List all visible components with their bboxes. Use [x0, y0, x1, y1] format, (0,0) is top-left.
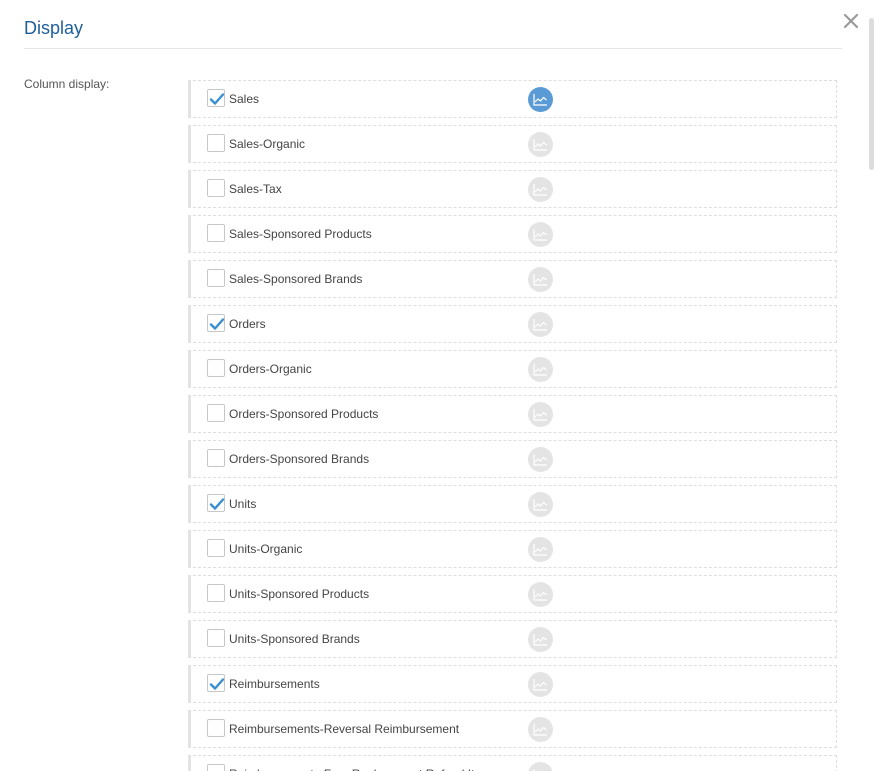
column-label: Reimbursements-Reversal Reimbursement [229, 722, 460, 736]
line-chart-icon[interactable] [528, 447, 553, 472]
column-checkbox[interactable] [207, 224, 225, 242]
column-label: Reimbursements-Free Replacement Refund I… [229, 766, 497, 771]
checkmark-icon [209, 93, 225, 105]
column-checkbox[interactable] [207, 674, 225, 692]
line-chart-icon[interactable] [528, 672, 553, 697]
column-row: Reimbursements [188, 665, 837, 703]
column-label: Units-Sponsored Brands [229, 632, 360, 646]
column-label: Units-Sponsored Products [229, 587, 370, 601]
column-label: Orders [229, 317, 266, 331]
column-label: Orders-Sponsored Brands [229, 452, 370, 466]
column-row: Units-Organic [188, 530, 837, 568]
line-chart-icon[interactable] [528, 87, 553, 112]
column-row: Sales-Organic [188, 125, 837, 163]
line-chart-icon[interactable] [528, 402, 553, 427]
line-chart-icon[interactable] [528, 492, 553, 517]
column-checkbox[interactable] [207, 719, 225, 737]
column-row: Orders-Sponsored Products [188, 395, 837, 433]
line-chart-icon[interactable] [528, 717, 553, 742]
column-checkbox[interactable] [207, 584, 225, 602]
column-checkbox[interactable] [207, 134, 225, 152]
line-chart-icon[interactable] [528, 267, 553, 292]
line-chart-icon[interactable] [528, 537, 553, 562]
line-chart-icon[interactable] [528, 222, 553, 247]
line-chart-icon[interactable] [528, 132, 553, 157]
column-label: Sales-Tax [229, 182, 282, 196]
line-chart-icon[interactable] [528, 627, 553, 652]
column-label: Sales-Organic [229, 137, 306, 151]
column-checkbox[interactable] [207, 449, 225, 467]
column-checkbox[interactable] [207, 764, 225, 771]
column-checkbox[interactable] [207, 89, 225, 107]
header-divider [24, 48, 842, 49]
column-checkbox[interactable] [207, 539, 225, 557]
checkmark-icon [209, 498, 225, 510]
column-checkbox[interactable] [207, 404, 225, 422]
column-display-label: Column display: [24, 77, 110, 91]
checkmark-icon [209, 318, 225, 330]
column-label: Units [229, 497, 257, 511]
column-label: Sales-Sponsored Brands [229, 272, 363, 286]
column-row: Sales-Tax [188, 170, 837, 208]
close-icon[interactable] [841, 11, 861, 31]
column-checkbox[interactable] [207, 629, 225, 647]
column-label: Reimbursements [229, 677, 320, 691]
column-row: Sales [188, 80, 837, 118]
column-label: Orders-Sponsored Products [229, 407, 379, 421]
column-row: Orders-Organic [188, 350, 837, 388]
column-checkbox[interactable] [207, 314, 225, 332]
scrollbar-thumb[interactable] [869, 18, 874, 170]
column-row: Orders [188, 305, 837, 343]
column-checkbox[interactable] [207, 179, 225, 197]
column-label: Units-Organic [229, 542, 303, 556]
column-row: Units-Sponsored Brands [188, 620, 837, 658]
column-label: Orders-Organic [229, 362, 312, 376]
column-row: Sales-Sponsored Products [188, 215, 837, 253]
column-checkbox[interactable] [207, 269, 225, 287]
line-chart-icon[interactable] [528, 582, 553, 607]
column-checkbox[interactable] [207, 359, 225, 377]
column-label: Sales-Sponsored Products [229, 227, 372, 241]
column-row: Units-Sponsored Products [188, 575, 837, 613]
column-row: Sales-Sponsored Brands [188, 260, 837, 298]
column-list: Sales Sales-Organic Sales-Tax Sales-Sponsor… [188, 80, 837, 771]
line-chart-icon[interactable] [528, 177, 553, 202]
checkmark-icon [209, 678, 225, 690]
line-chart-icon[interactable] [528, 357, 553, 382]
column-row: Orders-Sponsored Brands [188, 440, 837, 478]
column-row: Units [188, 485, 837, 523]
column-label: Sales [229, 92, 260, 106]
line-chart-icon[interactable] [528, 762, 553, 771]
dialog-title: Display [24, 18, 84, 38]
column-row: Reimbursements-Free Replacement Refund I… [188, 755, 837, 771]
column-checkbox[interactable] [207, 494, 225, 512]
display-dialog: Display Column display: Sales Sales-Organ… [0, 0, 875, 771]
line-chart-icon[interactable] [528, 312, 553, 337]
column-row: Reimbursements-Reversal Reimbursement [188, 710, 837, 748]
